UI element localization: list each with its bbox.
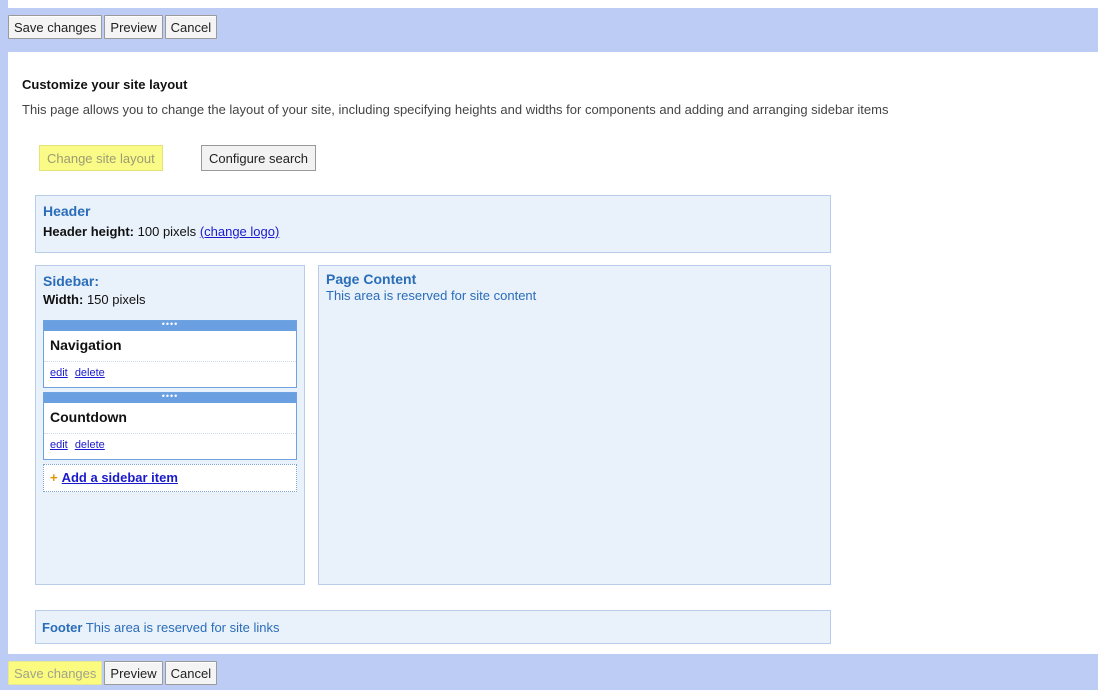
footer-label: Footer [42, 620, 83, 635]
cancel-button[interactable]: Cancel [164, 661, 218, 685]
header-height-label: Header height: [43, 224, 135, 239]
widget-title: Navigation [44, 331, 296, 362]
sidebar-widget-navigation[interactable]: •••• Navigation edit delete [43, 320, 297, 388]
add-sidebar-item-link[interactable]: Add a sidebar item [62, 470, 178, 485]
widget-title: Countdown [44, 403, 296, 434]
preview-button[interactable]: Preview [104, 15, 163, 39]
header-height-line: Header height: 100 pixels (change logo) [43, 224, 830, 239]
add-sidebar-item-box[interactable]: + Add a sidebar item [43, 464, 297, 492]
sidebar-width-line: Width: 150 pixels [43, 292, 304, 307]
plus-icon: + [50, 470, 58, 485]
preview-button[interactable]: Preview [104, 661, 163, 685]
page-content-title: Page Content [326, 271, 417, 287]
header-title: Header [43, 203, 91, 219]
edit-link[interactable]: edit [50, 439, 68, 451]
sidebar-panel: Sidebar: Width: 150 pixels •••• Navigati… [35, 265, 305, 585]
delete-link[interactable]: delete [75, 439, 105, 451]
header-height-value: 100 pixels [137, 224, 197, 239]
cancel-button[interactable]: Cancel [164, 15, 218, 39]
top-toolbar: Save changes Preview Cancel [8, 8, 1098, 52]
page-content-subtitle: This area is reserved for site content [326, 288, 537, 303]
page-title: Customize your site layout [22, 77, 188, 92]
widget-actions: edit delete [44, 362, 296, 387]
change-logo-link[interactable]: (change logo) [200, 224, 280, 239]
sidebar-title: Sidebar: [43, 273, 100, 289]
save-changes-button[interactable]: Save changes [8, 661, 103, 685]
header-panel: Header Header height: 100 pixels (change… [35, 195, 831, 253]
sidebar-width-label: Width: [43, 292, 84, 307]
bottom-toolbar: Save changes Preview Cancel [8, 654, 1098, 690]
change-site-layout-button[interactable]: Change site layout [39, 145, 163, 171]
configure-search-button[interactable]: Configure search [201, 145, 316, 171]
footer-text: This area is reserved for site links [85, 620, 280, 635]
footer-panel: Footer This area is reserved for site li… [35, 610, 831, 644]
sidebar-widget-countdown[interactable]: •••• Countdown edit delete [43, 392, 297, 460]
widget-actions: edit delete [44, 434, 296, 459]
left-frame-rule [0, 0, 8, 690]
drag-handle[interactable]: •••• [44, 392, 296, 403]
delete-link[interactable]: delete [75, 367, 105, 379]
sidebar-width-value: 150 pixels [86, 292, 146, 307]
page-content-panel: Page Content This area is reserved for s… [318, 265, 831, 585]
save-changes-button[interactable]: Save changes [8, 15, 103, 39]
page-description: This page allows you to change the layou… [22, 102, 889, 117]
drag-handle[interactable]: •••• [44, 320, 296, 331]
edit-link[interactable]: edit [50, 367, 68, 379]
